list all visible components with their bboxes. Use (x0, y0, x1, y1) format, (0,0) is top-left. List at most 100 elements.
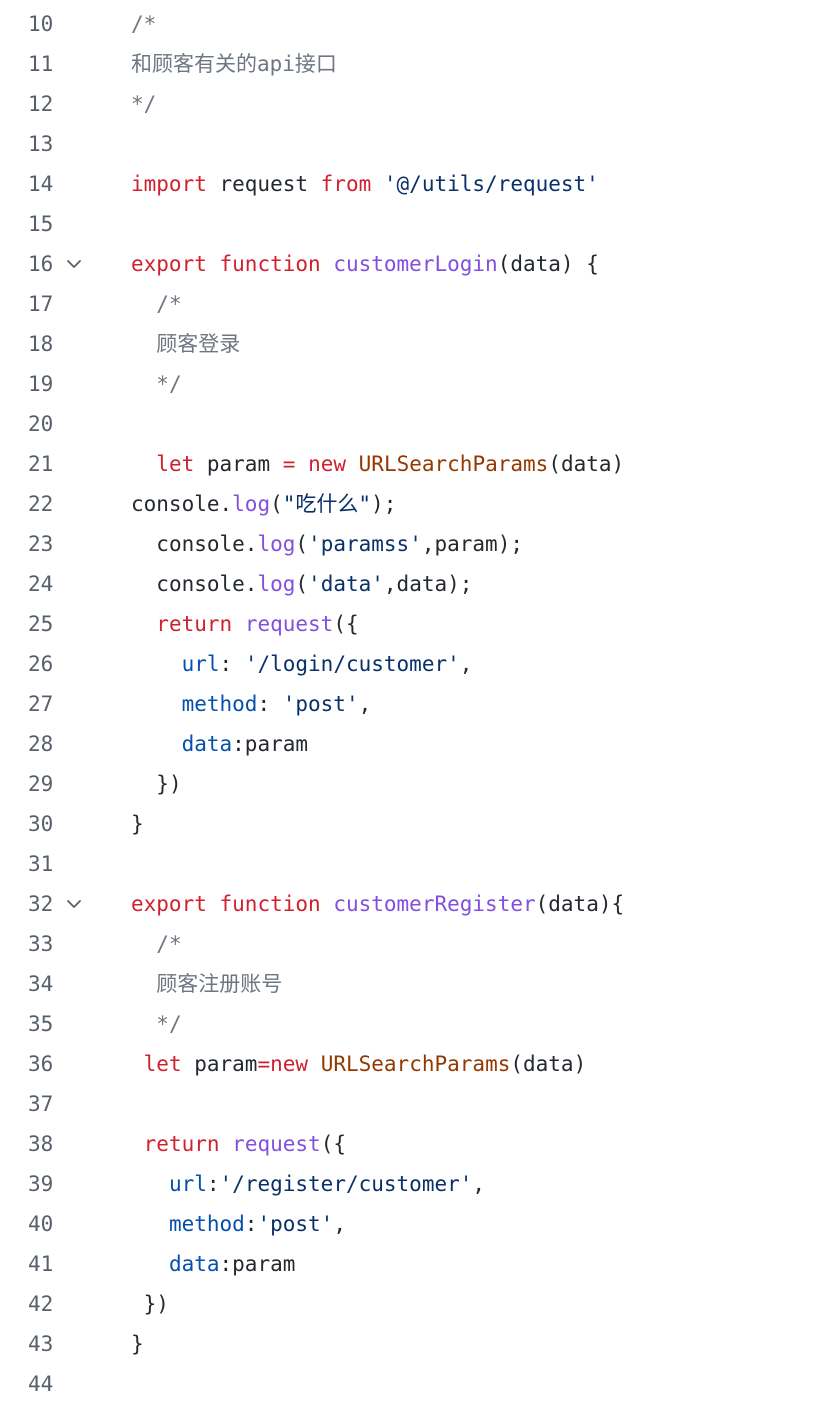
code-token: /* (156, 292, 182, 316)
code-token: export (131, 252, 207, 276)
code-token: import (131, 172, 207, 196)
code-line: 44 (0, 1364, 828, 1404)
code-token: customerRegister (333, 892, 536, 916)
code-token: , (358, 692, 372, 716)
code-token: new (308, 452, 346, 476)
code-line: 37 (0, 1084, 828, 1124)
code-token: log (257, 532, 296, 556)
code-token: , (472, 1172, 486, 1196)
code-text: export function customerRegister(data){ (131, 884, 624, 924)
code-token: } (131, 812, 144, 836)
code-line: 17 /* (0, 284, 828, 324)
line-number: 32 (28, 892, 54, 916)
code-token: export (131, 892, 207, 916)
code-line: 20 (0, 404, 828, 444)
code-token: ({ (333, 612, 359, 636)
line-number: 25 (28, 612, 54, 636)
code-token: : (219, 652, 245, 676)
code-line: 12 */ (0, 84, 828, 124)
line-number: 41 (28, 1252, 54, 1276)
code-text: */ (131, 84, 156, 124)
code-line: 26 url: '/login/customer', (0, 644, 828, 684)
code-line: 38 return request({ (0, 1124, 828, 1164)
code-token: 'post' (282, 692, 359, 716)
code-token: ); (371, 492, 397, 516)
code-token: function (219, 252, 321, 276)
line-number: 14 (28, 172, 54, 196)
code-token: console. (156, 532, 258, 556)
code-token: 顾客注册账号 (156, 972, 283, 996)
code-viewer: 10 /* 11 和顾客有关的api接口 12 */ 13 14 import request … (0, 4, 828, 1404)
code-line: 16 export function customerLogin(data) { (0, 244, 828, 284)
code-token: = (282, 452, 296, 476)
code-line: 27 method: 'post', (0, 684, 828, 724)
code-text: return request({ (131, 604, 359, 644)
code-token: from (320, 172, 372, 196)
line-number: 19 (28, 372, 54, 396)
code-token: */ (131, 92, 157, 116)
code-text: }) (131, 764, 181, 804)
code-text: console.log('data',data); (131, 564, 472, 604)
code-line: 13 (0, 124, 828, 164)
code-text: let param = new URLSearchParams(data) (131, 444, 624, 484)
code-line: 19 */ (0, 364, 828, 404)
code-token: : (257, 692, 283, 716)
code-token: let (156, 452, 195, 476)
code-token: console. (156, 572, 258, 596)
code-line: 32 export function customerRegister(data)… (0, 884, 828, 924)
line-number: 23 (28, 532, 54, 556)
code-line: 36 let param=new URLSearchParams(data) (0, 1044, 828, 1084)
chevron-down-icon[interactable] (66, 257, 82, 271)
code-line: 39 url:'/register/customer', (0, 1164, 828, 1204)
code-token: return (156, 612, 233, 636)
code-token: ( (295, 532, 309, 556)
code-token: :param (232, 732, 309, 756)
line-number: 44 (28, 1372, 54, 1396)
chevron-down-icon[interactable] (66, 897, 82, 911)
code-text: let param=new URLSearchParams(data) (131, 1044, 587, 1084)
code-token: log (257, 572, 296, 596)
code-token: /* (131, 12, 157, 36)
code-line: 15 (0, 204, 828, 244)
code-line: 22 console.log("吃什么"); (0, 484, 828, 524)
code-line: 31 (0, 844, 828, 884)
code-token: customerLogin (333, 252, 498, 276)
code-token: URLSearchParams (320, 1052, 511, 1076)
code-token: ({ (320, 1132, 346, 1156)
code-token: 'data' (308, 572, 384, 596)
code-line: 11 和顾客有关的api接口 (0, 44, 828, 84)
line-number: 28 (28, 732, 54, 756)
code-token: param (181, 1052, 258, 1076)
code-line: 30} (0, 804, 828, 844)
code-text: */ (131, 364, 182, 404)
line-number: 21 (28, 452, 54, 476)
code-text: url: '/login/customer', (131, 644, 473, 684)
line-number: 35 (28, 1012, 54, 1036)
line-number: 18 (28, 332, 54, 356)
code-text: 顾客注册账号 (131, 964, 282, 1004)
code-line: 43} (0, 1324, 828, 1364)
code-text: } (131, 804, 144, 844)
code-token: request (206, 172, 321, 196)
code-text: method:'post', (131, 1204, 346, 1244)
code-token: }) (143, 1292, 169, 1316)
code-token: 'post' (257, 1212, 334, 1236)
code-token: */ (156, 372, 182, 396)
code-token: , (459, 652, 473, 676)
code-text: }) (131, 1284, 169, 1324)
line-number: 15 (28, 212, 54, 236)
code-text: url:'/register/customer', (131, 1164, 485, 1204)
